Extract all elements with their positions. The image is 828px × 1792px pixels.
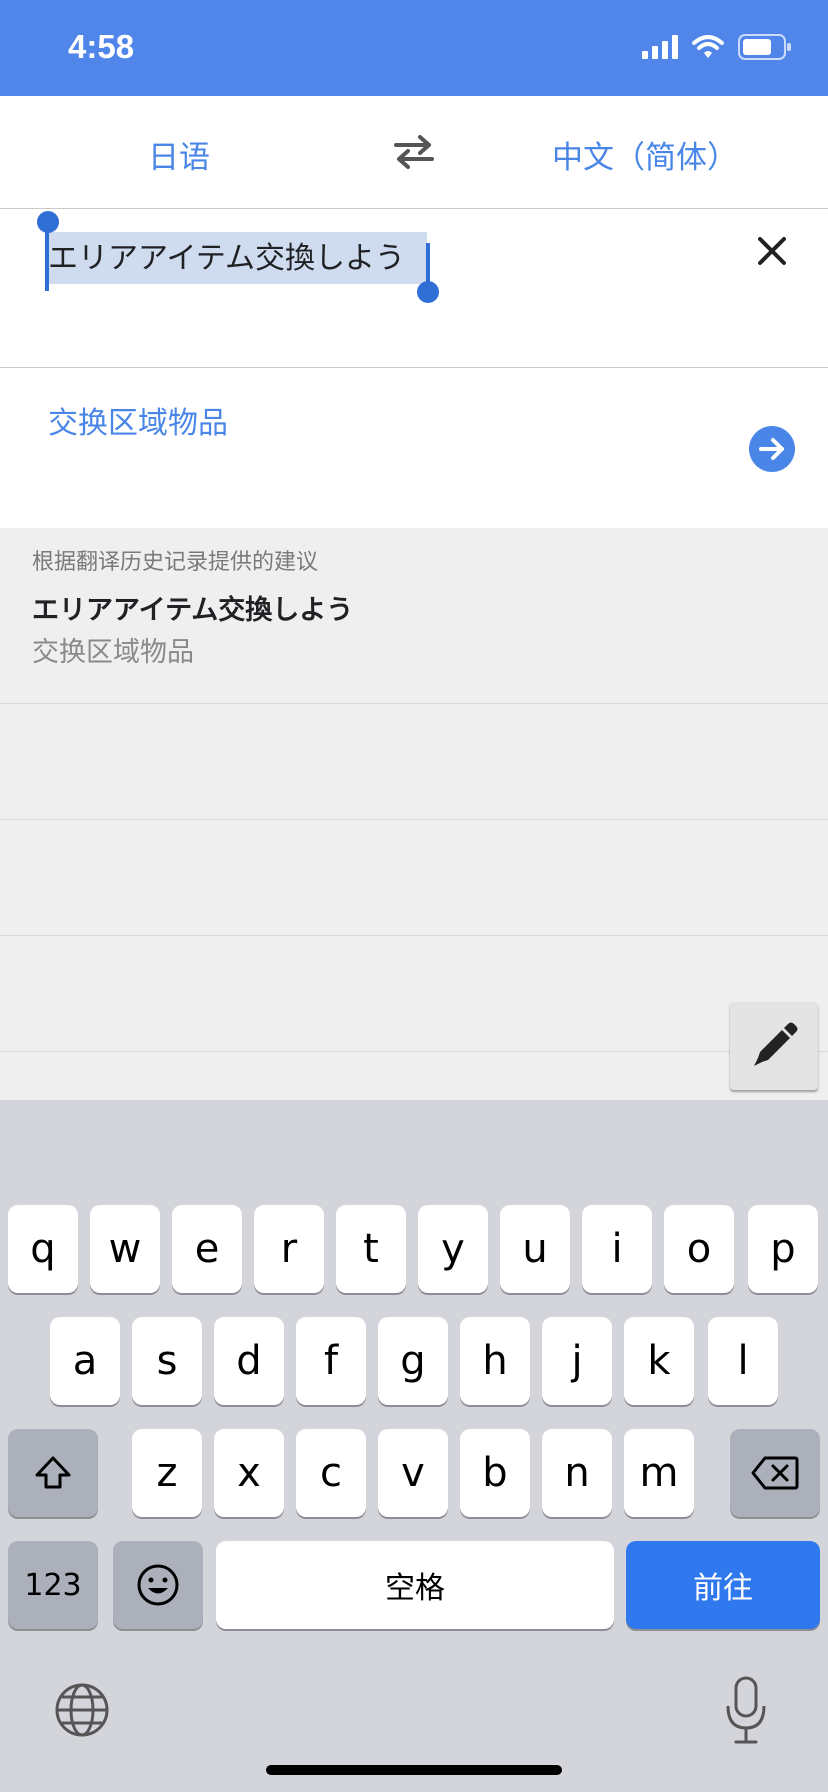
go-key[interactable]: 前往: [626, 1541, 820, 1629]
status-icons: [642, 34, 792, 60]
key-g[interactable]: g: [378, 1317, 448, 1405]
battery-icon: [738, 34, 791, 60]
key-q[interactable]: q: [8, 1205, 78, 1293]
selection-start-knob[interactable]: [37, 211, 59, 233]
selection-end-knob[interactable]: [417, 281, 439, 303]
handwriting-button[interactable]: [730, 1002, 818, 1090]
key-s[interactable]: s: [132, 1317, 202, 1405]
shift-key[interactable]: [8, 1429, 98, 1517]
selection-start-handle[interactable]: [45, 229, 49, 291]
key-t[interactable]: t: [336, 1205, 406, 1293]
close-icon[interactable]: [752, 231, 792, 271]
numbers-key[interactable]: 123: [8, 1541, 98, 1629]
key-a[interactable]: a: [50, 1317, 120, 1405]
backspace-key[interactable]: [730, 1429, 820, 1517]
source-language-button[interactable]: 日语: [148, 132, 210, 177]
history-item[interactable]: エリアアイテム交換しよう 交换区域物品: [0, 588, 828, 704]
arrow-right-icon: [759, 438, 784, 460]
key-d[interactable]: d: [214, 1317, 284, 1405]
translation-text: 交换区域物品: [48, 406, 228, 441]
key-c[interactable]: c: [296, 1429, 366, 1517]
status-bar: 4:58: [0, 0, 828, 96]
target-language-button[interactable]: 中文（简体）: [552, 132, 738, 177]
history-item-target: 交换区域物品: [32, 637, 194, 668]
home-indicator[interactable]: [266, 1765, 562, 1775]
key-b[interactable]: b: [460, 1429, 530, 1517]
key-o[interactable]: o: [664, 1205, 734, 1293]
translation-result: 交换区域物品: [0, 368, 828, 528]
key-l[interactable]: l: [708, 1317, 778, 1405]
key-h[interactable]: h: [460, 1317, 530, 1405]
status-time: 4:58: [68, 28, 135, 65]
key-m[interactable]: m: [624, 1429, 694, 1517]
source-text-area[interactable]: エリアアイテム交換しよう: [0, 209, 828, 368]
history-item-source: エリアアイテム交換しよう: [32, 595, 354, 626]
translate-go-button[interactable]: [749, 426, 795, 472]
emoji-key[interactable]: [113, 1541, 203, 1629]
pen-icon: [754, 1022, 798, 1066]
globe-icon[interactable]: [54, 1682, 110, 1738]
space-key[interactable]: 空格: [216, 1541, 614, 1629]
shift-icon: [35, 1456, 71, 1489]
key-k[interactable]: k: [624, 1317, 694, 1405]
key-i[interactable]: i: [582, 1205, 652, 1293]
backspace-icon: [751, 1456, 799, 1490]
key-z[interactable]: z: [132, 1429, 202, 1517]
history-heading: 根据翻译历史记录提供的建议: [32, 550, 319, 575]
signal-icon: [642, 35, 678, 59]
swap-arrows-icon[interactable]: [392, 132, 436, 172]
history-suggestions: 根据翻译历史记录提供的建议 エリアアイテム交換しよう 交换区域物品: [0, 528, 828, 1100]
microphone-icon[interactable]: [722, 1676, 770, 1746]
key-r[interactable]: r: [254, 1205, 324, 1293]
key-y[interactable]: y: [418, 1205, 488, 1293]
key-e[interactable]: e: [172, 1205, 242, 1293]
key-u[interactable]: u: [500, 1205, 570, 1293]
key-f[interactable]: f: [296, 1317, 366, 1405]
emoji-icon: [137, 1564, 179, 1606]
wifi-icon: [692, 35, 724, 58]
key-n[interactable]: n: [542, 1429, 612, 1517]
key-x[interactable]: x: [214, 1429, 284, 1517]
key-j[interactable]: j: [542, 1317, 612, 1405]
language-bar: 日语 中文（简体）: [0, 96, 828, 209]
row-divider: [0, 1051, 828, 1052]
key-v[interactable]: v: [378, 1429, 448, 1517]
key-w[interactable]: w: [90, 1205, 160, 1293]
key-p[interactable]: p: [748, 1205, 818, 1293]
keyboard: q w e r t y u i o p a s d f g h j k l z …: [0, 1100, 828, 1792]
row-divider: [0, 819, 828, 820]
source-text-input[interactable]: エリアアイテム交換しよう: [48, 233, 405, 277]
row-divider: [0, 935, 828, 936]
